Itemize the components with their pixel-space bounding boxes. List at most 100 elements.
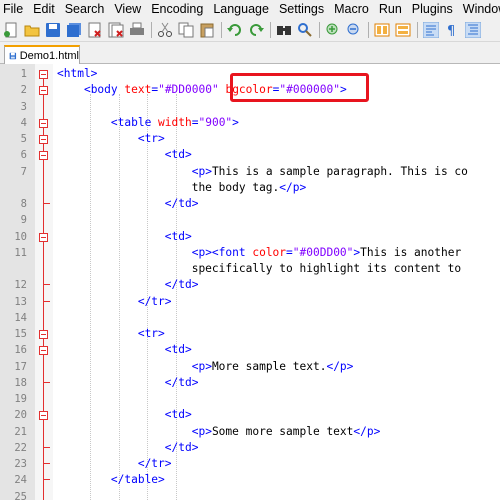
code-line[interactable]: 18 </td>	[0, 375, 500, 391]
menu-run[interactable]: Run	[374, 0, 407, 18]
code-line[interactable]: 22 </td>	[0, 440, 500, 456]
code-line[interactable]: 8 </td>	[0, 196, 500, 212]
find-icon[interactable]	[276, 22, 292, 38]
token-txt: specifically to highlight its content to	[57, 262, 462, 275]
code-line[interactable]: specifically to highlight its content to	[0, 261, 500, 277]
code-text: <html>	[57, 66, 97, 82]
menu-language[interactable]: Language	[208, 0, 274, 18]
paste-icon[interactable]	[199, 22, 215, 38]
fold-toggle-icon[interactable]	[39, 70, 48, 79]
new-file-icon[interactable]	[3, 22, 19, 38]
code-line[interactable]: 19	[0, 391, 500, 407]
open-file-icon[interactable]	[24, 22, 40, 38]
menu-search[interactable]: Search	[60, 0, 110, 18]
fold-end-marker	[43, 472, 50, 481]
fold-toggle-icon[interactable]	[39, 86, 48, 96]
code-line[interactable]: the body tag.</p>	[0, 180, 500, 196]
code-line[interactable]: 21 <p>Some more sample text</p>	[0, 424, 500, 440]
fold-toggle-icon[interactable]	[39, 330, 48, 339]
copy-icon[interactable]	[178, 22, 194, 38]
code-line[interactable]: 25	[0, 489, 500, 500]
code-line[interactable]: 9	[0, 212, 500, 228]
code-line[interactable]: 4 <table width="900">	[0, 115, 500, 131]
code-line[interactable]: 15 <tr>	[0, 326, 500, 342]
token-tag: <td>	[164, 343, 192, 357]
line-number: 20	[14, 409, 27, 422]
code-text: <td>	[57, 229, 192, 245]
fold-end-marker	[43, 440, 50, 448]
fold-toggle-icon[interactable]	[39, 135, 48, 144]
fold-toggle-icon[interactable]	[39, 411, 48, 421]
token-tag: </p>	[353, 424, 381, 438]
code-line[interactable]: 14	[0, 310, 500, 326]
fold-end-marker	[43, 456, 50, 464]
code-line[interactable]: 7 <p>This is a sample paragraph. This is…	[0, 164, 500, 180]
svg-text:¶: ¶	[447, 24, 455, 38]
code-line[interactable]: 24 </table>	[0, 472, 500, 488]
replace-icon[interactable]	[297, 22, 313, 38]
line-number: 9	[20, 214, 27, 227]
show-all-chars-icon[interactable]: ¶	[444, 22, 460, 39]
code-line[interactable]: 16 <td>	[0, 342, 500, 358]
menu-plugins[interactable]: Plugins	[407, 0, 458, 18]
zoom-out-icon[interactable]	[346, 22, 362, 38]
token-tag: >	[232, 115, 239, 129]
token-tag: </td>	[164, 440, 199, 454]
redo-icon[interactable]	[248, 22, 264, 38]
print-icon[interactable]	[129, 22, 145, 38]
line-number: 1	[20, 68, 27, 80]
menu-bar: File Edit Search View Encoding Language Settin…	[0, 0, 500, 18]
undo-icon[interactable]	[227, 22, 243, 38]
tab-demo1-html[interactable]: Demo1.html	[4, 45, 80, 65]
line-number: 22	[14, 441, 27, 454]
code-text: </table>	[57, 472, 165, 488]
saved-file-icon	[9, 52, 17, 60]
word-wrap-icon[interactable]	[422, 21, 440, 38]
code-line[interactable]: 23 </tr>	[0, 456, 500, 472]
code-editor[interactable]: 1 <html> 2 <body text="#DD0000" bgcolor="#…	[0, 64, 500, 500]
token-attr: color	[252, 245, 287, 259]
code-line[interactable]: 5 <tr>	[0, 131, 500, 147]
code-line[interactable]: 12 </td>	[0, 277, 500, 293]
fold-toggle-icon[interactable]	[39, 346, 48, 356]
fold-toggle-icon[interactable]	[39, 151, 48, 161]
save-all-icon[interactable]	[66, 22, 82, 38]
code-line[interactable]: 11 <p><font color="#00DD00">This is anot…	[0, 245, 500, 261]
zoom-in-icon[interactable]	[325, 22, 341, 38]
code-line[interactable]: 20 <td>	[0, 407, 500, 423]
menu-settings[interactable]: Settings	[274, 0, 329, 18]
menu-file[interactable]: File	[0, 0, 28, 18]
cut-icon[interactable]	[157, 22, 173, 38]
menu-encoding[interactable]: Encoding	[146, 0, 208, 18]
line-number: 8	[20, 198, 27, 210]
token-tag: <td>	[164, 408, 192, 422]
save-icon[interactable]	[45, 22, 61, 38]
menu-view[interactable]: View	[109, 0, 146, 18]
menu-macro[interactable]: Macro	[329, 0, 374, 18]
token-tag: <td>	[164, 148, 192, 162]
code-line[interactable]: 10 <td>	[0, 229, 500, 245]
fold-toggle-icon[interactable]	[39, 232, 48, 242]
token-tag: </tr>	[137, 457, 172, 470]
menu-window[interactable]: Window	[458, 0, 500, 18]
line-number: 15	[14, 328, 27, 340]
code-line[interactable]: 17 <p>More sample text.</p>	[0, 359, 500, 375]
menu-edit[interactable]: Edit	[28, 0, 60, 18]
code-line[interactable]: 13 </tr>	[0, 294, 500, 310]
code-line[interactable]: 6 <td>	[0, 147, 500, 163]
sync-vertical-icon[interactable]	[374, 22, 390, 38]
sync-horizontal-icon[interactable]	[395, 22, 411, 38]
token-txt: More sample text.	[211, 359, 327, 373]
close-icon[interactable]	[87, 22, 103, 38]
fold-toggle-icon[interactable]	[39, 118, 48, 128]
code-text: specifically to highlight its content to	[57, 261, 461, 277]
close-all-icon[interactable]	[108, 22, 124, 38]
code-text: <td>	[57, 407, 192, 423]
line-number: 14	[14, 311, 27, 324]
toolbar: ¶	[0, 18, 500, 42]
indent-guide-icon[interactable]	[464, 21, 482, 38]
